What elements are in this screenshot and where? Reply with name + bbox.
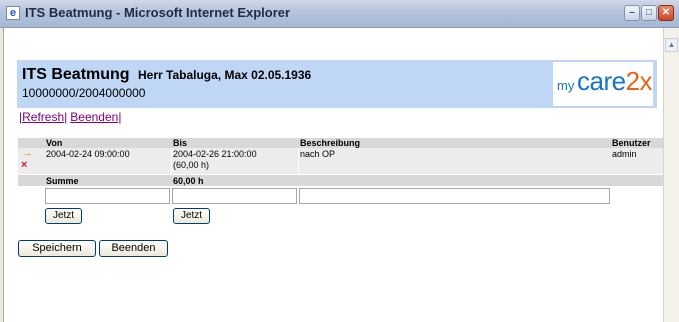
save-button[interactable]: Speichern	[18, 240, 96, 257]
summary-label: Summe	[46, 176, 79, 186]
von-input[interactable]	[45, 188, 170, 204]
header-panel: ITS Beatmung Herr Tabaluga, Max 02.05.19…	[17, 60, 657, 108]
page-title: ITS Beatmung	[22, 66, 130, 83]
row-bis-hours: (60,00 h)	[173, 160, 210, 170]
beschreibung-input[interactable]	[299, 188, 610, 204]
maximize-icon: □	[645, 7, 653, 18]
close-icon: ✕	[661, 7, 671, 18]
summary-row: Summe 60,00 h	[18, 175, 663, 186]
column-divider	[171, 148, 172, 174]
scroll-up-arrow-icon[interactable]: ▲	[665, 38, 678, 52]
delete-icon[interactable]: ×	[21, 160, 27, 171]
column-header-bis: Bis	[173, 138, 188, 148]
row-von: 2004-02-24 09:00:00	[46, 149, 130, 159]
window-title-bar: e ITS Beatmung - Microsoft Internet Expl…	[0, 0, 679, 28]
table-row: → × 2004-02-24 09:00:00 2004-02-26 21:00…	[18, 148, 663, 174]
row-beschreibung: nach OP	[300, 149, 336, 159]
column-header-von: Von	[46, 138, 63, 148]
window-title: ITS Beatmung - Microsoft Internet Explor…	[25, 5, 291, 20]
arrow-right-icon[interactable]: →	[22, 148, 33, 159]
row-bis: 2004-02-26 21:00:00	[173, 149, 257, 159]
nav-links: |Refresh| Beenden|	[19, 110, 121, 124]
logo-2x-text: 2x	[625, 66, 653, 96]
refresh-link[interactable]: Refresh	[22, 110, 64, 124]
logo-my-text: my	[557, 78, 575, 93]
mycare2x-logo: my care2x	[553, 62, 653, 106]
vertical-scrollbar[interactable]: ▲	[663, 28, 679, 322]
nav-separator: |	[64, 110, 68, 124]
bis-jetzt-button[interactable]: Jetzt	[173, 208, 210, 224]
nav-separator: |	[118, 110, 122, 124]
von-jetzt-button[interactable]: Jetzt	[45, 208, 82, 224]
summary-value: 60,00 h	[173, 176, 204, 186]
patient-info: Herr Tabaluga, Max 02.05.1936	[138, 68, 312, 82]
logo-care-word: care	[577, 66, 626, 96]
maximize-button[interactable]: □	[641, 5, 657, 21]
bis-input[interactable]	[172, 188, 297, 204]
close-form-button[interactable]: Beenden	[99, 240, 168, 257]
beenden-link[interactable]: Beenden	[70, 110, 118, 124]
table-header-row: Von Bis Beschreibung Benutzer	[18, 138, 663, 148]
logo-care-text: care2x	[577, 66, 653, 97]
minimize-icon: –	[629, 7, 635, 18]
close-button[interactable]: ✕	[658, 5, 674, 21]
ie-icon[interactable]: e	[6, 6, 20, 20]
minimize-button[interactable]: –	[624, 5, 640, 21]
column-divider	[298, 148, 299, 174]
column-header-beschreibung: Beschreibung	[300, 138, 361, 148]
row-benutzer: admin	[612, 149, 637, 159]
column-header-benutzer: Benutzer	[612, 138, 651, 148]
case-number: 10000000/2004000000	[22, 86, 146, 100]
